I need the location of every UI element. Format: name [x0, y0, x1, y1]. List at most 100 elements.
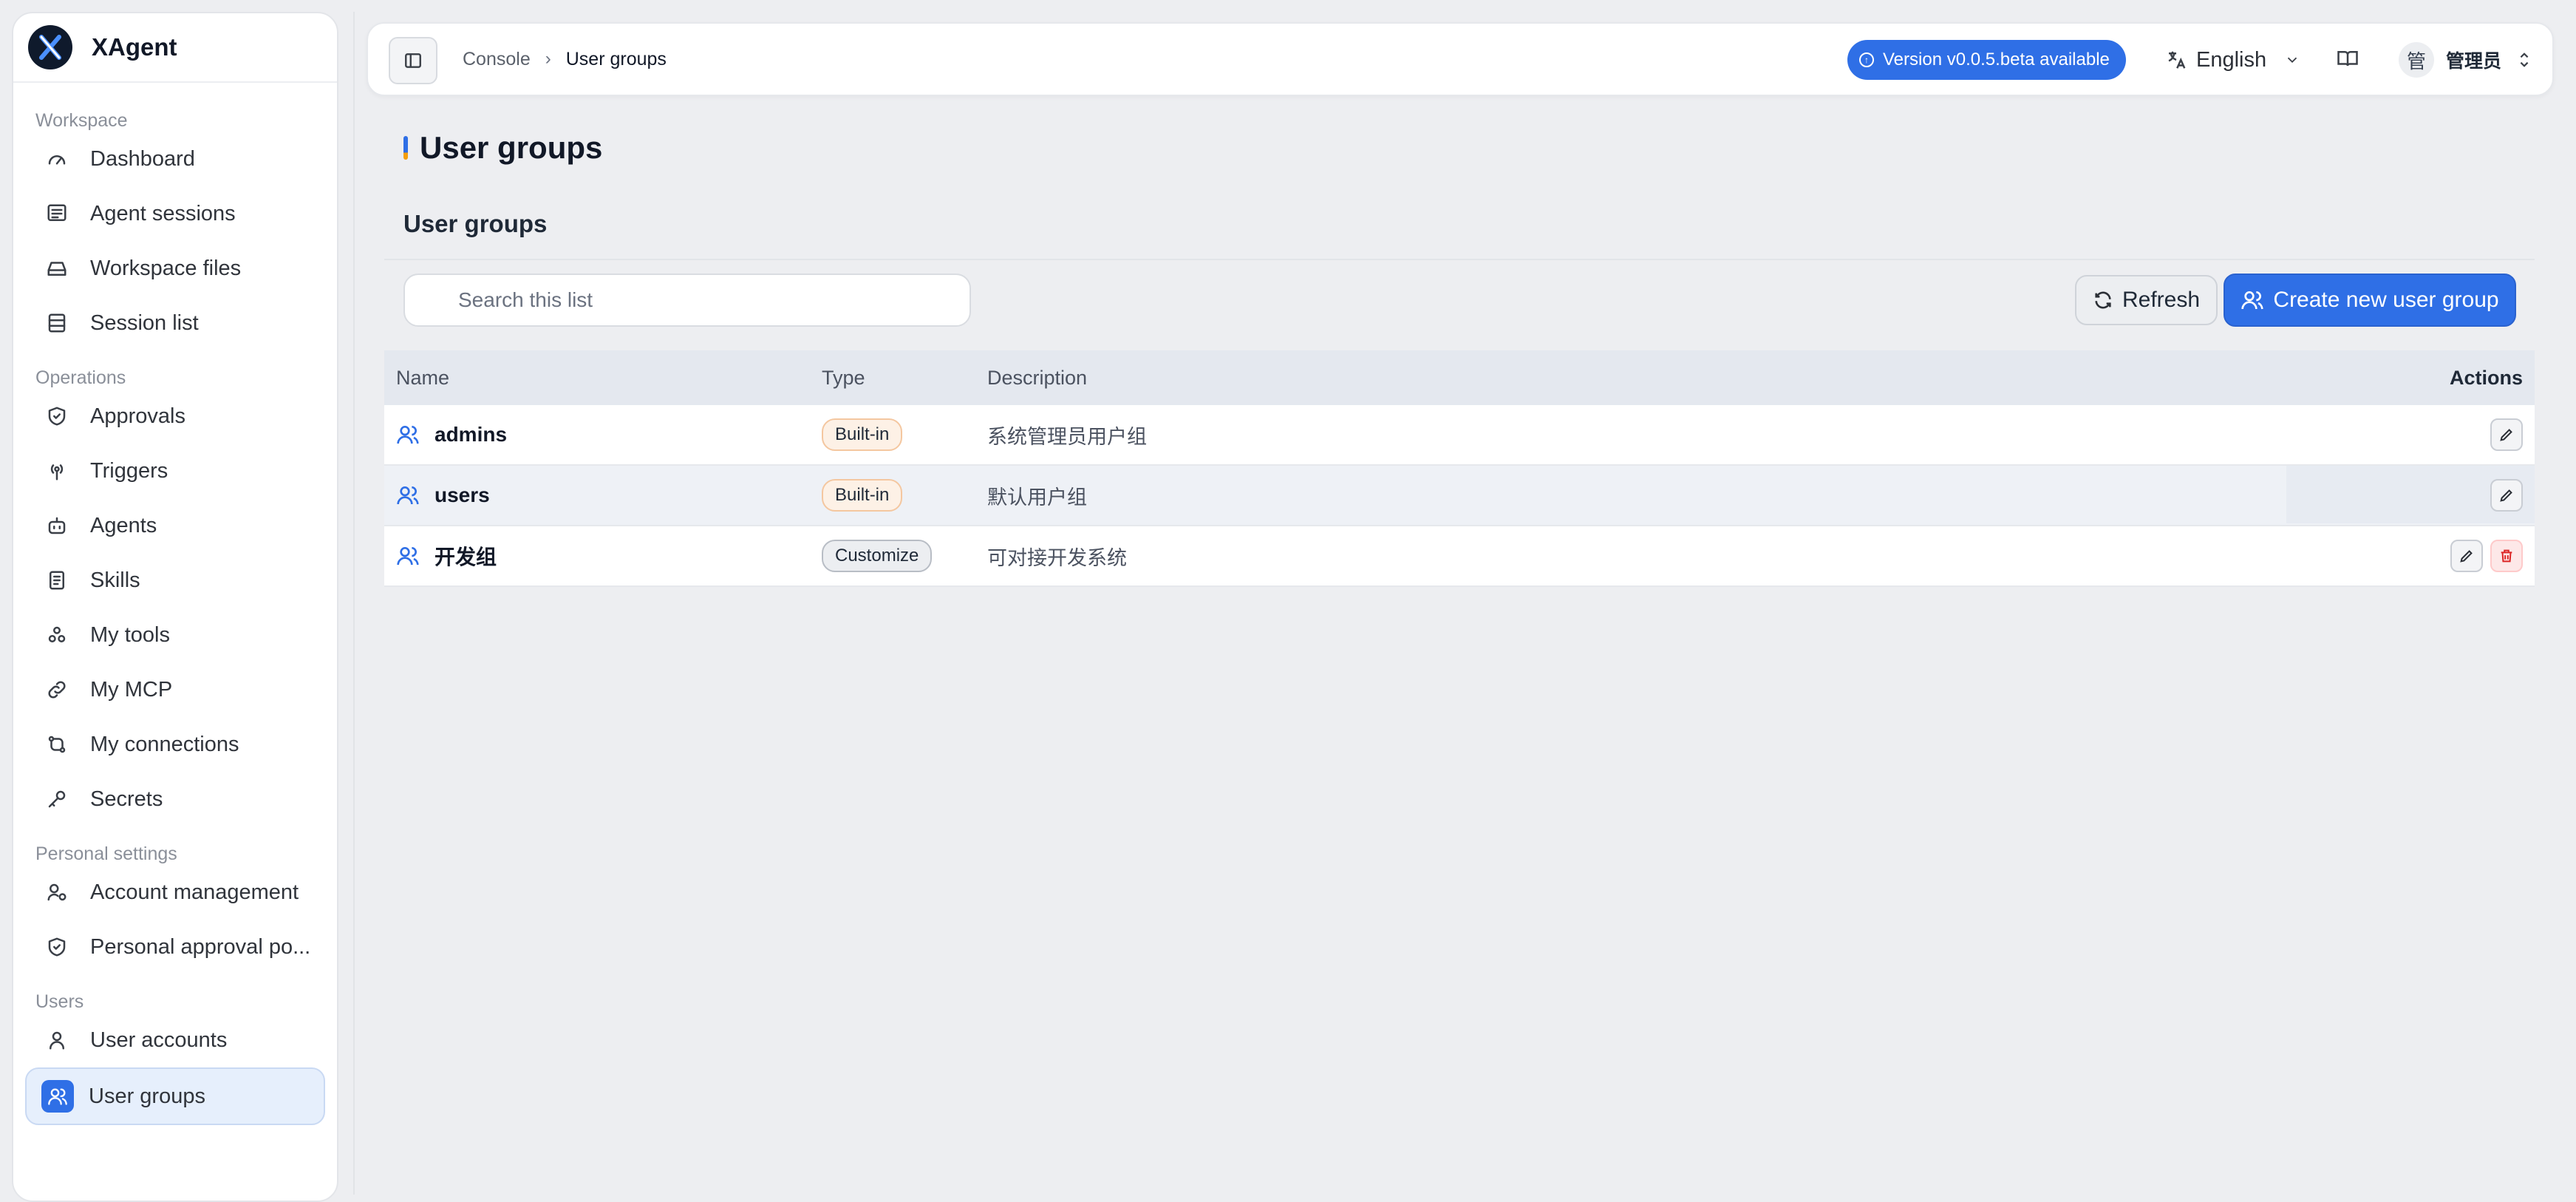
sidebar-item-label: Secrets — [90, 787, 163, 811]
sidebar-item-agent-sessions[interactable]: Agent sessions — [25, 186, 325, 241]
refresh-icon — [2095, 291, 2111, 309]
book-open-icon — [2337, 51, 2358, 67]
users-icon — [397, 426, 419, 444]
shield-check-icon — [44, 934, 69, 960]
key-icon — [44, 787, 69, 812]
type-cell: Built-in — [822, 479, 903, 512]
sidebar-item-label: My MCP — [90, 677, 173, 702]
delete-button[interactable] — [2490, 540, 2523, 572]
version-badge[interactable]: ↑ Version v0.0.5.beta available — [1847, 40, 2126, 80]
group-name: users — [435, 483, 490, 506]
type-badge: Customize — [822, 540, 933, 572]
page-title: User groups — [403, 130, 602, 166]
sidebar-item-my-mcp[interactable]: My MCP — [25, 662, 325, 717]
sidebar-item-user-accounts[interactable]: User accounts — [25, 1013, 325, 1067]
create-user-group-button[interactable]: Create new user group — [2224, 274, 2516, 327]
chevron-updown-icon — [2520, 52, 2529, 67]
sidebar-item-label: User accounts — [90, 1028, 228, 1052]
connections-icon — [44, 732, 69, 757]
users-icon — [2241, 291, 2264, 310]
column-header-actions: Actions — [2449, 366, 2523, 389]
notebook-icon — [44, 568, 69, 593]
sidebar-item-agents[interactable]: Agents — [25, 498, 325, 553]
user-name: 管理员 — [2446, 51, 2502, 72]
language-selector[interactable]: English — [2165, 40, 2309, 80]
version-label: Version v0.0.5.beta available — [1883, 50, 2110, 69]
section-users: Users — [35, 991, 84, 1012]
pencil-icon — [2500, 489, 2512, 502]
sidebar-item-label: Account management — [90, 880, 299, 904]
sidebar-toggle-button[interactable] — [389, 37, 437, 84]
breadcrumb-console[interactable]: Console — [463, 49, 531, 70]
description-cell: 系统管理员用户组 — [987, 425, 1147, 448]
sidebar-item-dashboard[interactable]: Dashboard — [25, 132, 325, 186]
sidebar-toggle-icon — [405, 53, 421, 68]
sidebar-item-triggers[interactable]: Triggers — [25, 444, 325, 498]
update-icon: ↑ — [1859, 52, 1874, 67]
sidebar-item-label: Agents — [90, 513, 157, 537]
link-icon — [44, 677, 69, 702]
actions-cell — [2483, 418, 2523, 451]
sidebar-item-session-list[interactable]: Session list — [25, 296, 325, 350]
actions-cell — [2483, 479, 2523, 512]
pencil-icon — [2500, 429, 2512, 441]
app-name: XAgent — [92, 33, 177, 61]
column-header-name[interactable]: Name — [396, 367, 449, 390]
edit-button[interactable] — [2450, 540, 2483, 572]
shield-check-icon — [44, 404, 69, 429]
refresh-button[interactable]: Refresh — [2075, 275, 2218, 325]
sidebar-item-personal-approval-policy[interactable]: Personal approval po... — [25, 920, 325, 974]
radio-tower-icon — [44, 458, 69, 483]
brand[interactable]: XAgent — [13, 13, 337, 83]
sidebar-item-label: Dashboard — [90, 146, 195, 171]
type-cell: Customize — [822, 540, 933, 572]
actions-cell — [2443, 540, 2523, 572]
sidebar-item-workspace-files[interactable]: Workspace files — [25, 241, 325, 296]
column-header-type[interactable]: Type — [822, 367, 865, 390]
xagent-logo-icon — [28, 25, 72, 69]
sidebar-item-my-tools[interactable]: My tools — [25, 608, 325, 662]
users-icon — [41, 1080, 74, 1113]
sidebar-item-my-connections[interactable]: My connections — [25, 717, 325, 772]
table-row[interactable]: admins Built-in 系统管理员用户组 — [384, 405, 2535, 466]
sidebar-item-account-management[interactable]: Account management — [25, 865, 325, 920]
search-input[interactable]: Search this list — [403, 274, 971, 327]
chat-list-icon — [44, 201, 69, 226]
gauge-icon — [44, 146, 69, 172]
trash-icon — [2501, 549, 2512, 563]
edit-button[interactable] — [2490, 479, 2523, 512]
sidebar-item-label: Approvals — [90, 404, 185, 428]
sidebar-item-approvals[interactable]: Approvals — [25, 389, 325, 444]
table-row[interactable]: users Built-in 默认用户组 — [384, 466, 2535, 526]
group-name: admins — [435, 423, 508, 446]
avatar: 管 — [2399, 42, 2434, 78]
users-icon — [397, 547, 419, 566]
sidebar-item-label: Workspace files — [90, 256, 242, 280]
page-title-text: User groups — [420, 130, 603, 165]
table-row[interactable]: 开发组 Customize 可对接开发系统 — [384, 526, 2535, 587]
edit-button[interactable] — [2490, 418, 2523, 451]
sidebar-item-skills[interactable]: Skills — [25, 553, 325, 608]
drive-icon — [44, 256, 69, 281]
section-workspace: Workspace — [35, 110, 128, 131]
sidebar-item-label: Session list — [90, 310, 199, 335]
type-cell: Built-in — [822, 418, 903, 451]
sidebar-item-user-groups[interactable]: User groups — [25, 1067, 325, 1125]
section-title: User groups — [403, 210, 548, 237]
chevron-down-icon — [2287, 57, 2297, 64]
type-badge: Built-in — [822, 479, 903, 512]
description-cell: 默认用户组 — [987, 486, 1087, 509]
divider — [384, 259, 2535, 260]
translate-icon — [2168, 51, 2186, 69]
docs-button[interactable] — [2337, 47, 2359, 73]
main-content: Console › User groups ↑ Version v0.0.5.b… — [353, 12, 2572, 1195]
type-badge: Built-in — [822, 418, 903, 451]
column-header-description[interactable]: Description — [987, 367, 1087, 390]
sidebar-item-secrets[interactable]: Secrets — [25, 772, 325, 826]
group-name-cell: 开发组 — [396, 541, 497, 571]
topbar: Console › User groups ↑ Version v0.0.5.b… — [367, 22, 2554, 96]
sidebar-item-label: Personal approval po... — [90, 934, 311, 959]
sidebar-item-label: Agent sessions — [90, 201, 236, 225]
breadcrumb: Console › User groups — [463, 24, 667, 95]
user-menu[interactable]: 管 管理员 — [2399, 40, 2532, 80]
